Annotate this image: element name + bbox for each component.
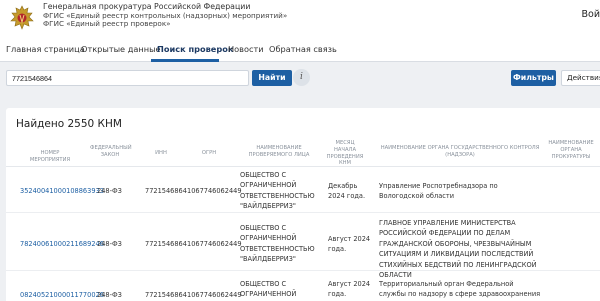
row-divider	[6, 212, 600, 213]
row-ogrn: 1067746062449	[187, 291, 242, 299]
row-inn: 7721546864	[145, 187, 187, 195]
header-titles: Генеральная прокуратура Российской Федер…	[43, 2, 287, 29]
col-header-authority: НАИМЕНОВАНИЕ ОРГАНА ГОСУДАРСТВЕННОГО КОН…	[380, 145, 540, 158]
site-header: Генеральная прокуратура Российской Федер…	[0, 0, 600, 38]
nav-item-feedback[interactable]: Обратная связь	[269, 44, 337, 54]
col-header-prosecutor: НАИМЕНОВАНИЕ ОРГАНА ПРОКУРАТУРЫ	[548, 140, 594, 160]
find-button[interactable]: Найти	[252, 70, 292, 86]
login-link[interactable]: Вой	[581, 9, 600, 20]
row-authority: ГЛАВНОЕ УПРАВЛЕНИЕ МИНИСТЕРСТВА РОССИЙСК…	[379, 219, 537, 280]
active-tab-indicator	[151, 59, 219, 62]
header-divider	[6, 166, 600, 167]
row-divider	[6, 270, 600, 271]
col-header-ogrn: ОГРН	[201, 150, 217, 156]
row-entity: ОБЩЕСТВО С ОГРАНИЧЕННОЙ	[240, 280, 297, 299]
row-month: Декабрь 2024 года.	[328, 182, 366, 201]
results-count: Найдено 2550 КНМ	[16, 118, 122, 130]
col-header-law: ФЕДЕРАЛЬНЫЙ ЗАКОН	[90, 145, 132, 158]
row-number-link[interactable]: 35240041000108863933	[20, 186, 104, 196]
row-authority: Территориальный орган Федеральной службы…	[379, 280, 541, 301]
row-law: 248-ФЗ	[97, 291, 122, 299]
info-icon[interactable]: i	[293, 69, 310, 86]
row-month: Август 2024 года.	[328, 235, 371, 254]
col-header-number: НОМЕР МЕРОПРИЯТИЯ	[29, 150, 71, 163]
col-header-entity: НАИМЕНОВАНИЕ ПРОВЕРЯЕМОГО ЛИЦА	[248, 145, 310, 158]
nav-item-search-inspections[interactable]: Поиск проверок	[157, 44, 233, 54]
col-header-month: МЕСЯЦ НАЧАЛА ПРОВЕДЕНИЯ КНМ	[326, 140, 364, 167]
row-law: 248-ФЗ	[97, 187, 122, 195]
row-entity: ОБЩЕСТВО С ОГРАНИЧЕННОЙ ОТВЕТСТВЕННОСТЬЮ…	[240, 171, 315, 211]
actions-button[interactable]: Действия	[561, 70, 600, 86]
results-card: Найдено 2550 КНМ НОМЕР МЕРОПРИЯТИЯ ФЕДЕР…	[6, 108, 600, 301]
prosecutor-emblem-icon	[10, 5, 34, 30]
main-nav: Главная страница Открытые данные Поиск п…	[0, 38, 600, 62]
nav-item-news[interactable]: Новости	[228, 44, 264, 54]
row-inn: 7721546864	[145, 291, 187, 299]
row-number-link[interactable]: 78240061000211689246	[20, 239, 104, 249]
nav-item-open-data[interactable]: Открытые данные	[81, 44, 161, 54]
row-ogrn: 1067746062449	[187, 240, 242, 248]
row-entity: ОБЩЕСТВО С ОГРАНИЧЕННОЙ ОТВЕТСТВЕННОСТЬЮ…	[240, 224, 315, 264]
row-authority: Управление Роспотребнадзора по Вологодск…	[379, 182, 498, 201]
search-input[interactable]	[6, 70, 249, 86]
row-month: Август 2024 года.	[328, 280, 371, 299]
row-number-link[interactable]: 08240521000011770026	[20, 290, 104, 300]
row-inn: 7721546864	[145, 240, 187, 248]
system-name-2: ФГИС «Единый реестр проверок»	[43, 19, 171, 29]
nav-item-home[interactable]: Главная страница	[6, 44, 85, 54]
row-ogrn: 1067746062449	[187, 187, 242, 195]
filters-button[interactable]: Фильтры	[511, 70, 556, 86]
row-law: 248-ФЗ	[97, 240, 122, 248]
col-header-inn: ИНН	[155, 150, 167, 156]
